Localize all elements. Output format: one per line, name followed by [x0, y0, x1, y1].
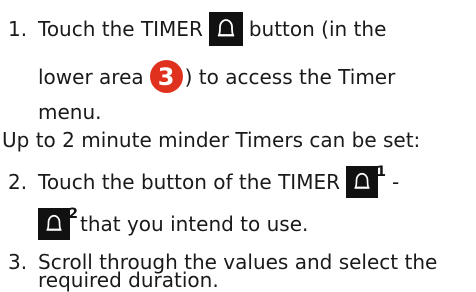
step-2-line-2: 2 that you intend to use. [0, 206, 309, 240]
step-text: ) to access the Timer [184, 64, 396, 89]
step-number: 2. [8, 170, 28, 194]
step-number: 1. [8, 17, 28, 41]
note-text: Up to 2 minute minder Timers can be set: [2, 128, 421, 152]
timer-index: 1 [376, 164, 386, 180]
step-1-line-2: lower area 3 ) to access the Timer [0, 60, 395, 93]
step-1-line-1: 1. Touch the TIMER button (in the [0, 12, 386, 46]
bell-icon: 1 [345, 164, 386, 198]
timer-index: 2 [68, 206, 78, 222]
step-text: menu. [38, 100, 102, 124]
step-text: Touch the TIMER [38, 17, 203, 41]
step-1-line-3: menu. [0, 100, 102, 124]
area-marker: 3 [149, 60, 183, 93]
step-3-line-2: required duration. [0, 268, 219, 292]
step-2-line-1: 2. Touch the button of the TIMER 1 - [0, 164, 400, 198]
note-line: Up to 2 minute minder Timers can be set: [2, 128, 420, 152]
bell-icon [208, 12, 243, 46]
step-text: lower area [38, 64, 144, 89]
bell-icon: 2 [38, 206, 78, 240]
step-text: Touch the button of the TIMER [38, 170, 340, 194]
step-text: button (in the [248, 17, 387, 41]
step-text: - [391, 170, 400, 194]
step-text: required duration. [38, 268, 219, 292]
step-text: that you intend to use. [80, 212, 309, 236]
